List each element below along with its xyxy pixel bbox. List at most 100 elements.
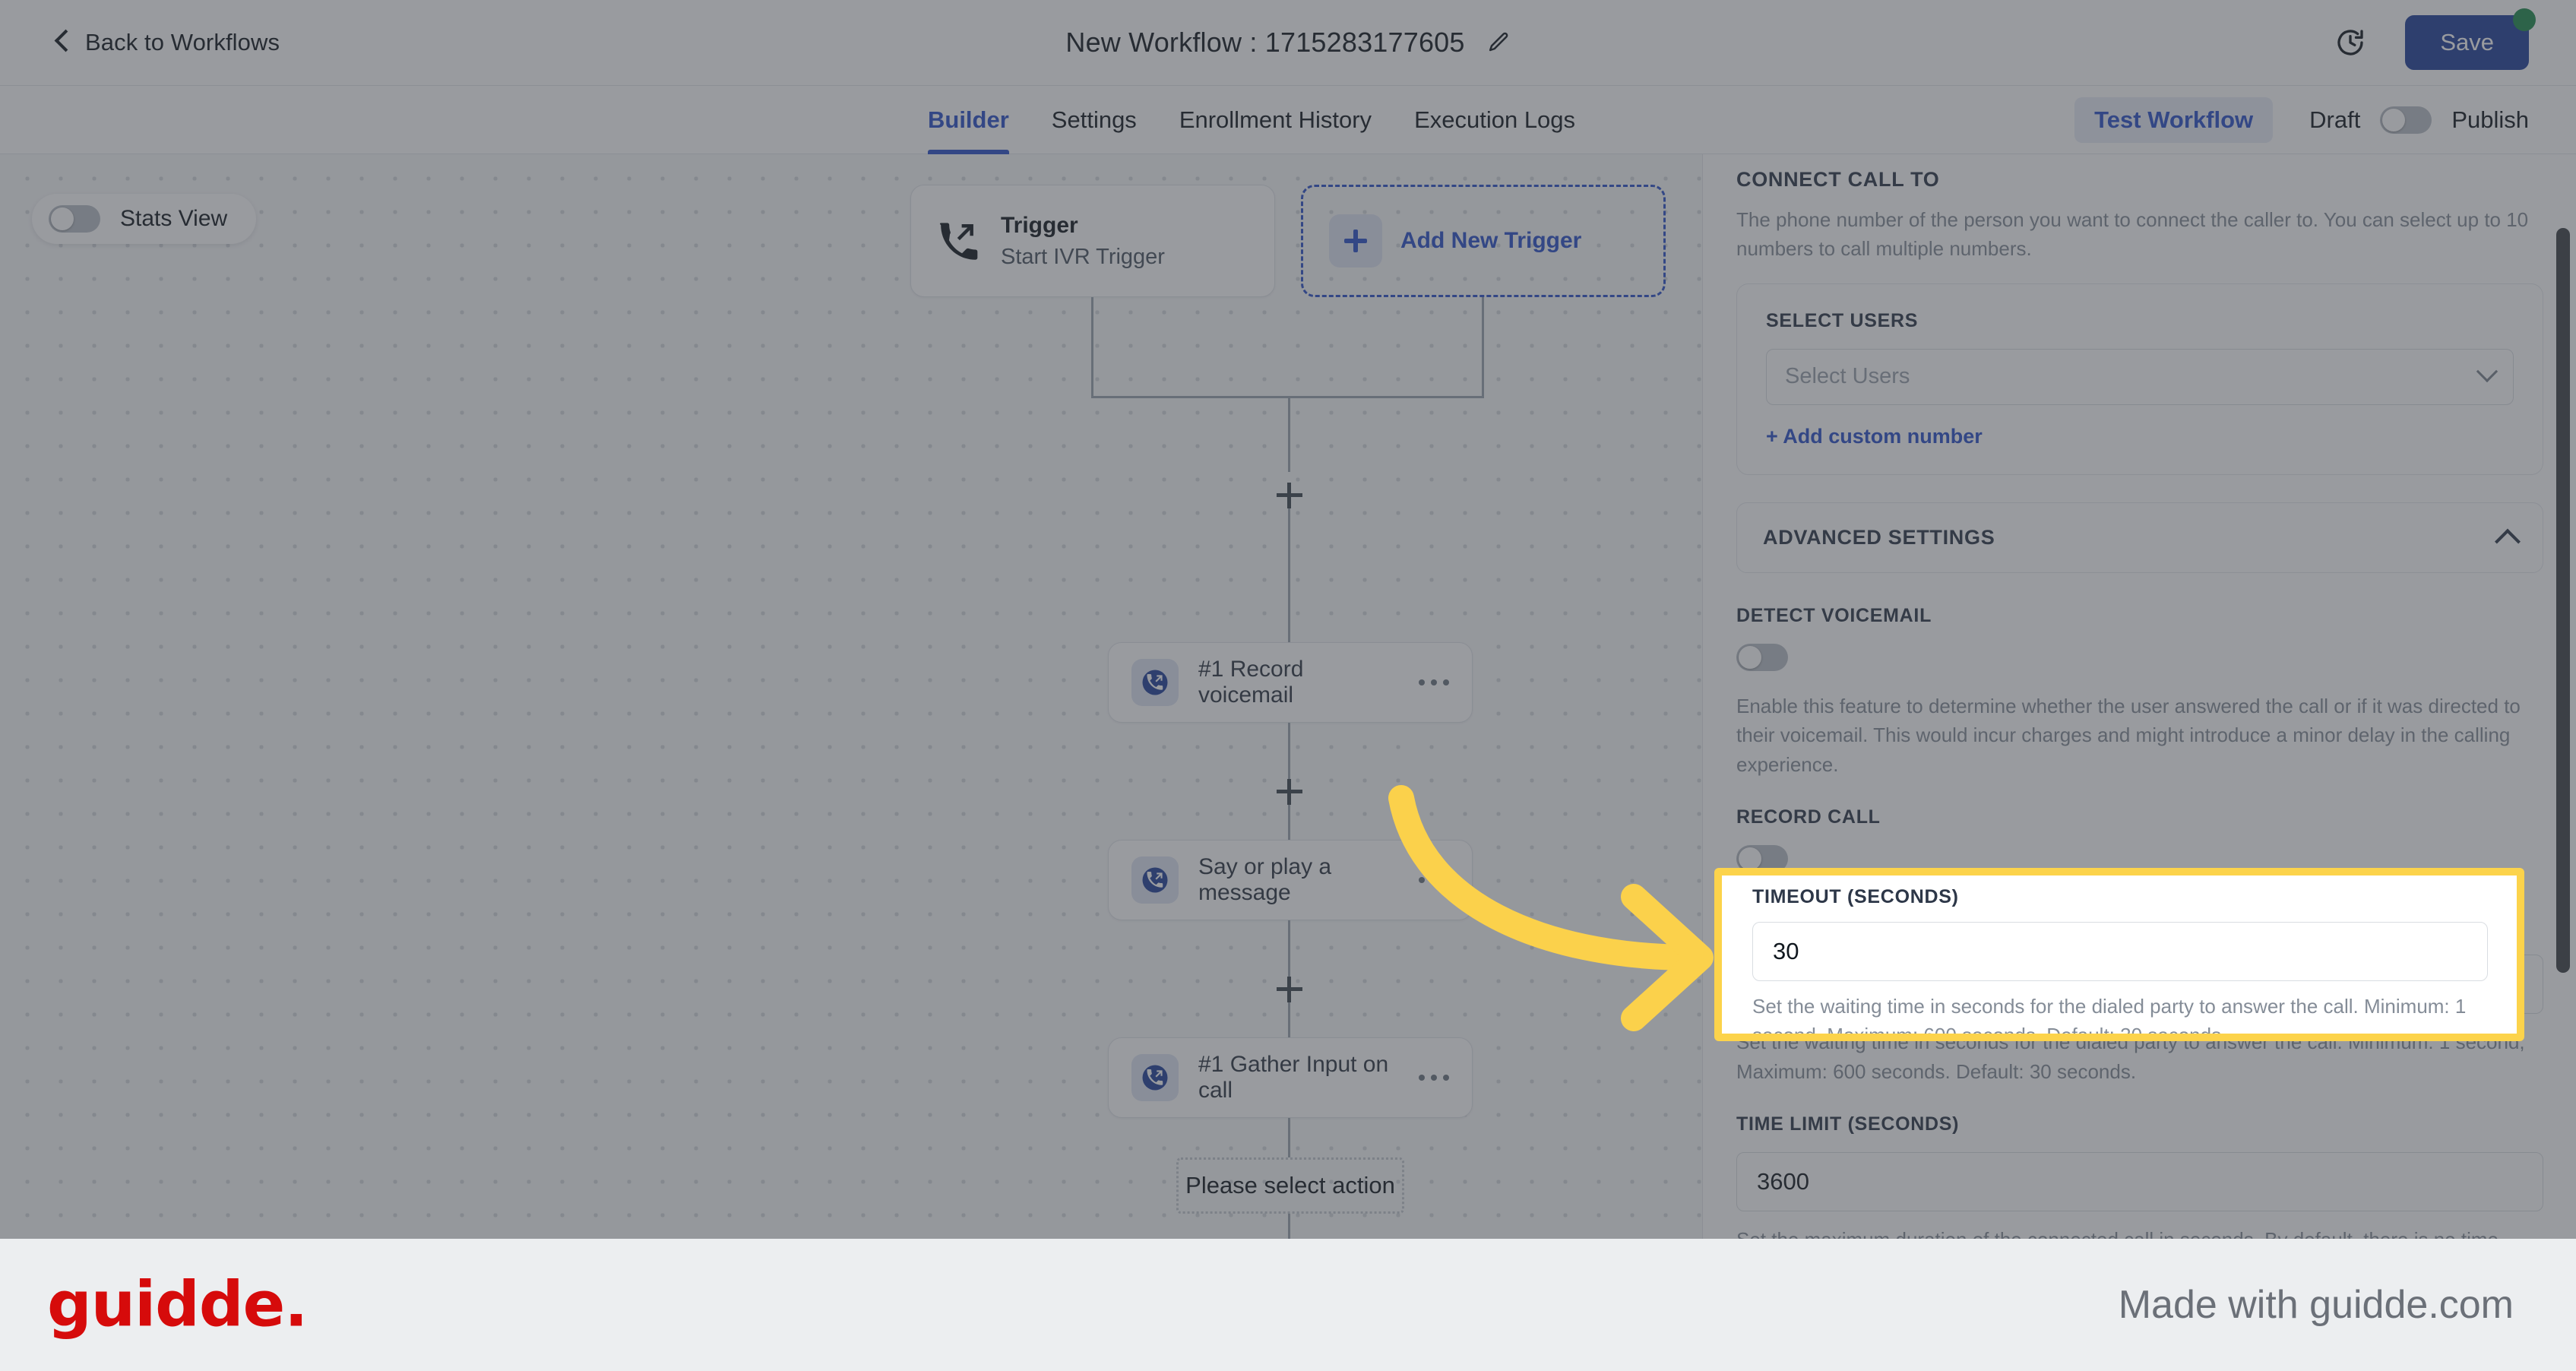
screenshot-root: Back to Workflows New Workflow : 1715283… bbox=[0, 0, 2576, 1371]
connect-call-to-heading: CONNECT CALL TO bbox=[1736, 168, 1940, 191]
tab-settings[interactable]: Settings bbox=[1030, 86, 1158, 154]
time-limit-input[interactable]: 3600 bbox=[1736, 1152, 2543, 1212]
connector-line bbox=[1482, 297, 1484, 396]
select-users-placeholder: Select Users bbox=[1785, 364, 1910, 389]
timeout-input-highlight[interactable]: 30 bbox=[1752, 922, 2488, 981]
stats-view-toggle[interactable]: Stats View bbox=[32, 194, 257, 244]
stats-view-label: Stats View bbox=[120, 206, 228, 231]
tab-settings-label: Settings bbox=[1051, 106, 1137, 133]
tab-execution-logs-label: Execution Logs bbox=[1414, 106, 1576, 133]
tab-execution-logs[interactable]: Execution Logs bbox=[1393, 86, 1597, 154]
phone-call-icon bbox=[1131, 856, 1179, 904]
topbar-actions: Save bbox=[2335, 8, 2536, 70]
phone-call-icon bbox=[1131, 659, 1179, 706]
chevron-up-icon bbox=[2495, 529, 2521, 556]
workflow-title-group: New Workflow : 1715283177605 bbox=[1065, 27, 1510, 59]
connector-line bbox=[1091, 297, 1093, 396]
back-to-workflows-label: Back to Workflows bbox=[85, 29, 280, 55]
connect-call-to-description: The phone number of the person you want … bbox=[1736, 208, 2529, 261]
nav-row: Builder Settings Enrollment History Exec… bbox=[0, 86, 2576, 154]
action-node-label: #1 Record voicemail bbox=[1198, 657, 1304, 708]
select-action-placeholder-box[interactable]: Please select action bbox=[1176, 1157, 1404, 1214]
select-users-label: SELECT USERS bbox=[1766, 309, 1919, 331]
chevron-left-icon bbox=[55, 30, 70, 55]
timeout-input-value-highlight: 30 bbox=[1773, 938, 1799, 964]
phone-call-icon bbox=[939, 223, 978, 260]
highlight-spotlight-timeout: TIMEOUT (SECONDS) 30 Set the waiting tim… bbox=[1714, 868, 2524, 1041]
draft-label: Draft bbox=[2309, 106, 2361, 133]
save-button-label: Save bbox=[2440, 29, 2494, 55]
record-call-field: RECORD CALL bbox=[1736, 806, 2543, 876]
action-node-label: Say or play a message bbox=[1198, 854, 1332, 905]
more-horizontal-icon[interactable] bbox=[1419, 1075, 1449, 1081]
select-users-dropdown[interactable]: Select Users bbox=[1766, 348, 2514, 405]
more-horizontal-icon[interactable] bbox=[1419, 679, 1449, 686]
action-node-gather-input[interactable]: #1 Gather Input on call bbox=[1108, 1037, 1473, 1118]
plus-icon bbox=[1329, 214, 1382, 268]
phone-call-icon bbox=[1131, 1054, 1179, 1101]
settings-side-panel: CONNECT CALL TO The phone number of the … bbox=[1702, 154, 2576, 1239]
top-bar: Back to Workflows New Workflow : 1715283… bbox=[0, 0, 2576, 86]
trigger-node-subtitle: Start IVR Trigger bbox=[1001, 244, 1165, 269]
select-action-label: Please select action bbox=[1185, 1172, 1395, 1198]
add-new-trigger-button[interactable]: Add New Trigger bbox=[1301, 185, 1666, 297]
connector-line bbox=[1288, 1118, 1290, 1157]
time-limit-field: TIME LIMIT (SECONDS) 3600 Set the maximu… bbox=[1736, 1113, 2543, 1239]
save-status-dot bbox=[2513, 8, 2536, 31]
chevron-down-icon bbox=[2476, 360, 2498, 383]
tab-builder[interactable]: Builder bbox=[907, 86, 1030, 154]
detect-voicemail-description: Enable this feature to determine whether… bbox=[1736, 694, 2521, 776]
timeout-label-highlight: TIMEOUT (SECONDS) bbox=[1752, 886, 1959, 907]
add-new-trigger-label: Add New Trigger bbox=[1400, 228, 1582, 253]
panel-scrollbar[interactable] bbox=[2556, 228, 2570, 973]
connector-line bbox=[1288, 723, 1290, 779]
more-horizontal-icon[interactable] bbox=[1419, 877, 1449, 883]
add-step-plus-icon-1[interactable] bbox=[1277, 779, 1302, 805]
connector-line bbox=[1288, 396, 1290, 472]
connector-line bbox=[1288, 1214, 1290, 1239]
publish-label: Publish bbox=[2451, 106, 2529, 133]
draft-publish-group: Draft Publish bbox=[2309, 106, 2529, 134]
tab-builder-label: Builder bbox=[928, 106, 1009, 133]
save-button[interactable]: Save bbox=[2405, 8, 2536, 70]
connector-line bbox=[1288, 920, 1290, 977]
tab-enrollment-history[interactable]: Enrollment History bbox=[1158, 86, 1393, 154]
workflow-canvas[interactable]: Stats View Trigger Start IVR Trigger Add… bbox=[0, 154, 1702, 1239]
connector-line bbox=[1288, 508, 1290, 642]
add-custom-number-link[interactable]: + Add custom number bbox=[1766, 425, 2514, 448]
pencil-icon[interactable] bbox=[1488, 31, 1511, 54]
time-limit-input-value: 3600 bbox=[1757, 1168, 1809, 1195]
publish-toggle[interactable] bbox=[2380, 106, 2432, 134]
connector-line bbox=[1288, 1002, 1290, 1037]
record-call-label: RECORD CALL bbox=[1736, 806, 1881, 828]
guidde-logo: guidde. bbox=[47, 1268, 308, 1341]
action-node-label: #1 Gather Input on call bbox=[1198, 1052, 1389, 1103]
select-users-card: SELECT USERS Select Users + Add custom n… bbox=[1736, 283, 2543, 475]
detect-voicemail-label: DETECT VOICEMAIL bbox=[1736, 604, 1932, 626]
detect-voicemail-field: DETECT VOICEMAIL Enable this feature to … bbox=[1736, 605, 2543, 779]
connect-call-to-section: CONNECT CALL TO The phone number of the … bbox=[1703, 154, 2576, 475]
trigger-node[interactable]: Trigger Start IVR Trigger bbox=[910, 185, 1275, 297]
time-limit-label: TIME LIMIT (SECONDS) bbox=[1736, 1113, 1960, 1135]
time-limit-description: Set the maximum duration of the connecte… bbox=[1736, 1225, 2543, 1239]
timeout-description-highlight: Set the waiting time in seconds for the … bbox=[1752, 995, 2467, 1041]
tab-bar: Builder Settings Enrollment History Exec… bbox=[907, 86, 1597, 154]
action-node-record-voicemail[interactable]: #1 Record voicemail bbox=[1108, 642, 1473, 723]
advanced-settings-section: ADVANCED SETTINGS DETECT VOICEMAIL Enabl… bbox=[1703, 475, 2576, 1239]
detect-voicemail-toggle[interactable] bbox=[1736, 643, 1788, 671]
tab-enrollment-history-label: Enrollment History bbox=[1179, 106, 1372, 133]
advanced-settings-header[interactable]: ADVANCED SETTINGS bbox=[1736, 502, 2543, 573]
trigger-node-title: Trigger bbox=[1001, 212, 1078, 238]
clock-history-icon[interactable] bbox=[2335, 27, 2366, 58]
made-with-guidde-text: Made with guidde.com bbox=[2118, 1283, 2514, 1327]
action-node-say-or-play-message[interactable]: Say or play a message bbox=[1108, 840, 1473, 920]
back-to-workflows-link[interactable]: Back to Workflows bbox=[55, 29, 280, 56]
page-title: New Workflow : 1715283177605 bbox=[1065, 27, 1465, 58]
spotlight-content: TIMEOUT (SECONDS) 30 Set the waiting tim… bbox=[1722, 875, 2517, 1041]
stats-view-switch[interactable] bbox=[49, 205, 100, 233]
guidde-footer: guidde. Made with guidde.com bbox=[0, 1239, 2576, 1371]
test-workflow-button[interactable]: Test Workflow bbox=[2074, 97, 2274, 143]
add-step-plus-icon-0[interactable] bbox=[1277, 483, 1302, 508]
nav-right-actions: Test Workflow Draft Publish bbox=[2074, 86, 2529, 154]
add-step-plus-icon-2[interactable] bbox=[1277, 977, 1302, 1002]
